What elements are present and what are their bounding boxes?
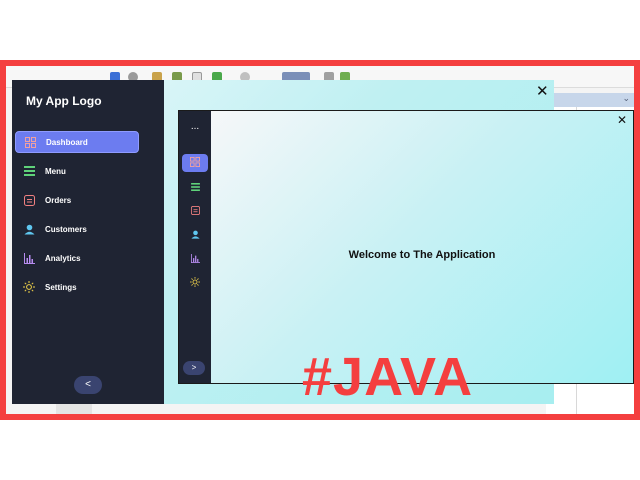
sidebar-item-settings[interactable]: Settings bbox=[15, 276, 139, 298]
orders-icon bbox=[190, 202, 200, 220]
mini-item-settings[interactable] bbox=[182, 274, 208, 292]
user-icon bbox=[190, 226, 200, 244]
chart-icon bbox=[190, 250, 200, 268]
collapse-sidebar-button[interactable]: < bbox=[74, 376, 102, 394]
sidebar-item-label: Dashboard bbox=[46, 137, 88, 147]
sidebar: My App Logo Dashboard Menu Orders Custom… bbox=[12, 80, 164, 404]
sidebar-item-analytics[interactable]: Analytics bbox=[15, 247, 139, 269]
orders-icon bbox=[23, 194, 35, 206]
mini-item-orders[interactable] bbox=[182, 202, 208, 220]
sidebar-item-customers[interactable]: Customers bbox=[15, 218, 139, 240]
sidebar-item-label: Settings bbox=[45, 282, 77, 292]
sun-icon bbox=[190, 274, 200, 292]
sidebar-item-label: Analytics bbox=[45, 253, 81, 263]
sidebar-item-label: Customers bbox=[45, 224, 87, 234]
close-icon[interactable]: ✕ bbox=[536, 84, 549, 99]
app-logo: My App Logo bbox=[26, 94, 102, 108]
collapsed-app-window: ... > Welcome to The Application ✕ bbox=[178, 110, 634, 384]
expand-sidebar-button[interactable]: > bbox=[183, 361, 205, 375]
mini-item-customers[interactable] bbox=[182, 226, 208, 244]
close-icon[interactable]: ✕ bbox=[617, 114, 627, 126]
java-watermark: #JAVA bbox=[302, 347, 474, 407]
chart-icon bbox=[23, 252, 35, 264]
welcome-text: Welcome to The Application bbox=[348, 249, 496, 261]
sidebar-item-menu[interactable]: Menu bbox=[15, 160, 139, 182]
grid-icon bbox=[190, 154, 200, 172]
sidebar-item-orders[interactable]: Orders bbox=[15, 189, 139, 211]
user-icon bbox=[23, 223, 35, 235]
sidebar-item-label: Menu bbox=[45, 166, 66, 176]
ide-tab-bar: ⌄ bbox=[546, 93, 634, 107]
mini-item-menu[interactable] bbox=[182, 178, 208, 196]
more-icon[interactable]: ... bbox=[179, 121, 211, 132]
menu-icon bbox=[190, 178, 200, 196]
content-area: Welcome to The Application ✕ bbox=[211, 111, 633, 383]
sidebar-item-dashboard[interactable]: Dashboard bbox=[15, 131, 139, 153]
sidebar-item-label: Orders bbox=[45, 195, 72, 205]
grid-icon bbox=[24, 136, 36, 148]
mini-item-analytics[interactable] bbox=[182, 250, 208, 268]
chevron-down-icon[interactable]: ⌄ bbox=[622, 93, 630, 104]
mini-item-dashboard[interactable] bbox=[182, 154, 208, 172]
menu-icon bbox=[23, 165, 35, 177]
sun-icon bbox=[23, 281, 35, 293]
screen-area: ⌄ My App Logo Dashboard Menu Orders Cust… bbox=[6, 66, 634, 414]
